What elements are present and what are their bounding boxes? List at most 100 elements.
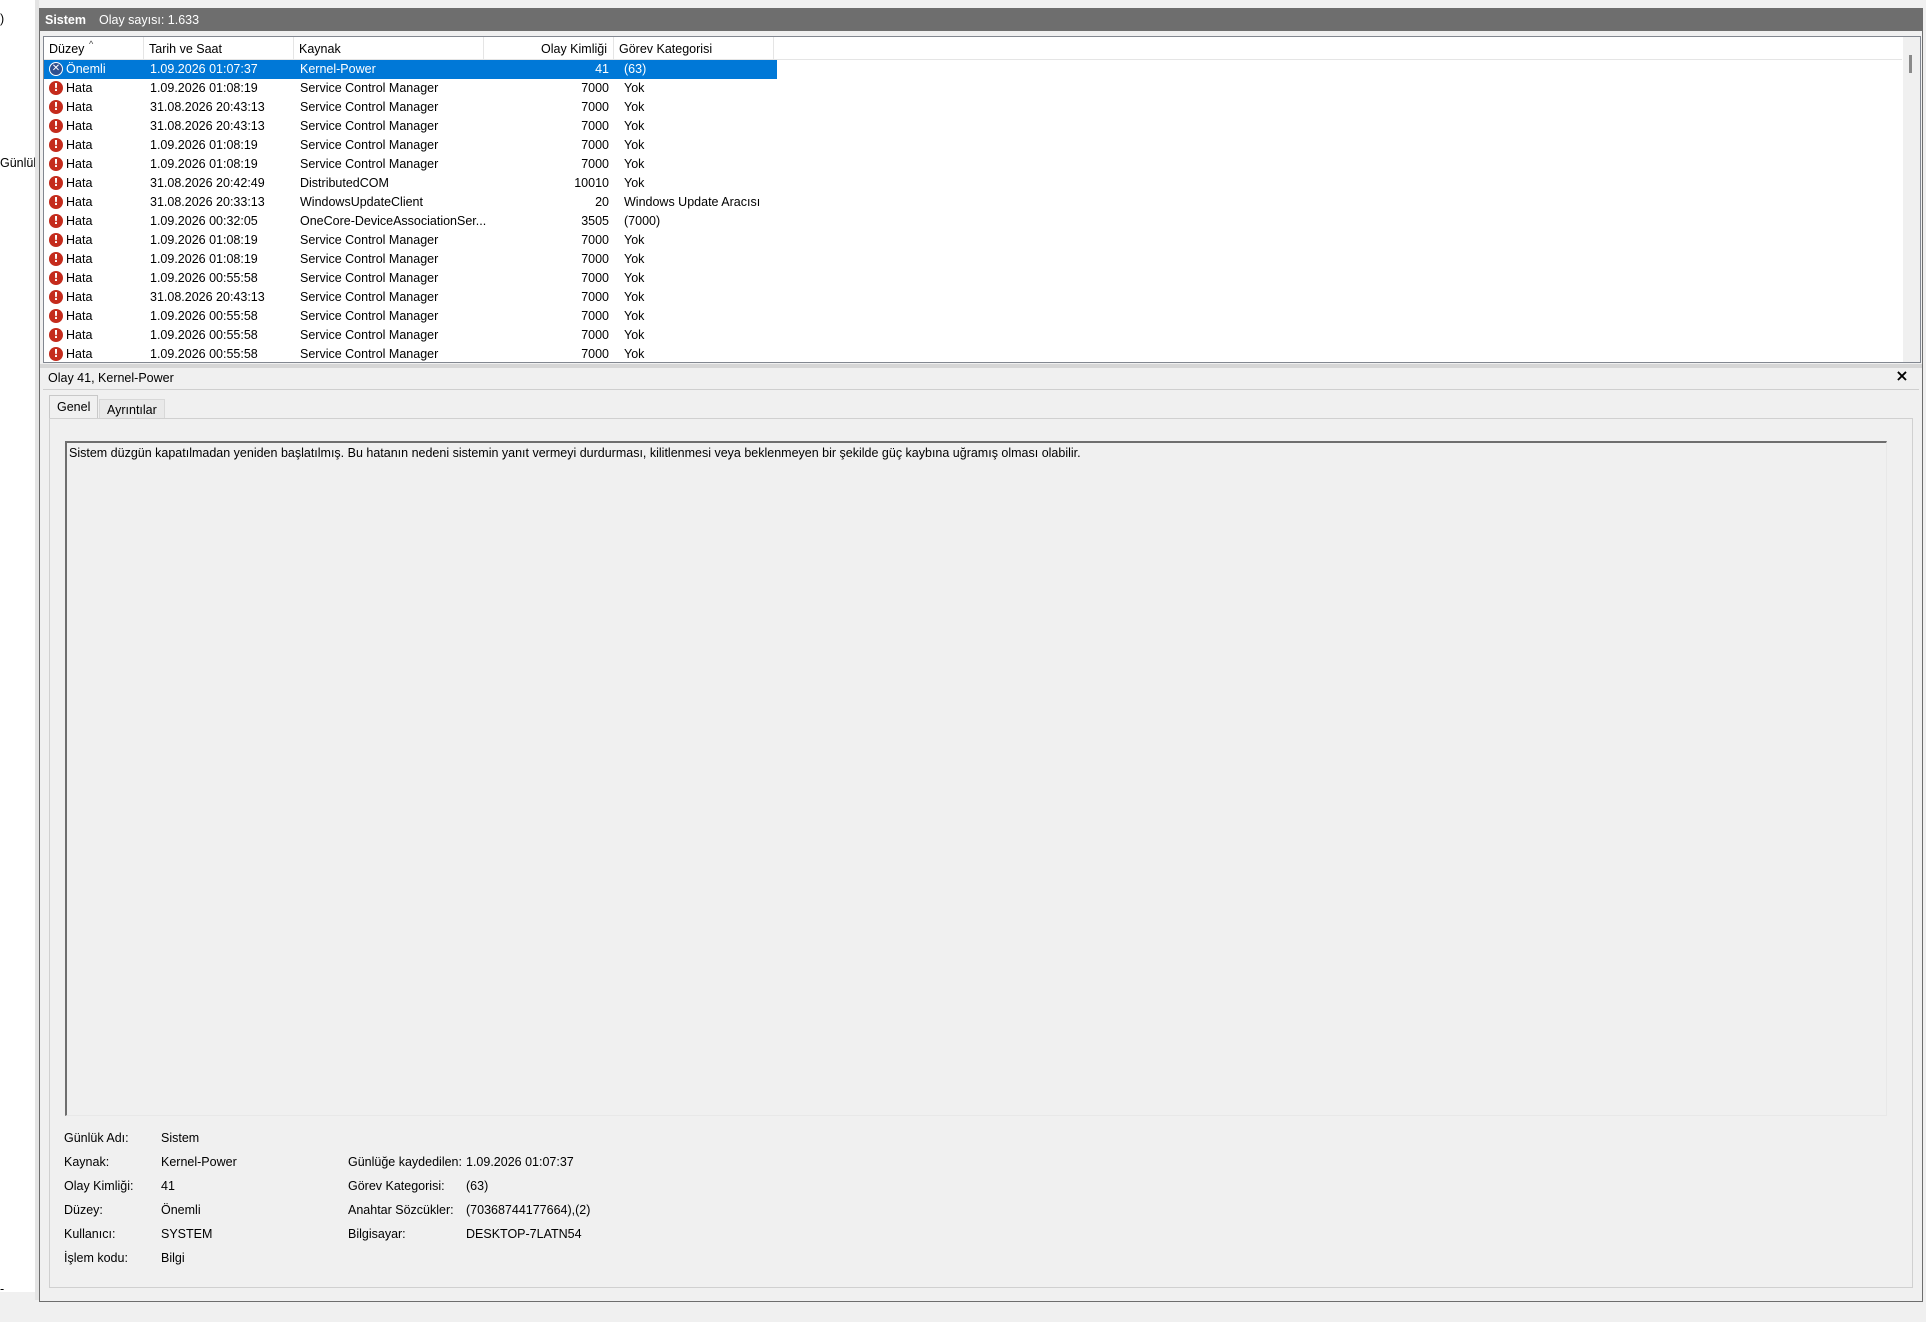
- vertical-scrollbar[interactable]: [1903, 37, 1920, 362]
- close-icon[interactable]: ×: [1893, 367, 1911, 385]
- cell-level: Önemli: [66, 62, 106, 76]
- cell-source: DistributedCOM: [300, 176, 389, 190]
- divider: [43, 389, 1919, 390]
- prop-value-task-category: (63): [466, 1179, 489, 1193]
- table-row[interactable]: ! Hata 31.08.2026 20:43:13 Service Control …: [44, 288, 1902, 307]
- cell-source: Service Control Manager: [300, 347, 439, 361]
- table-row[interactable]: ! Hata 1.09.2026 01:08:19 Service Control M…: [44, 155, 1902, 174]
- description-textbox[interactable]: Sistem düzgün kapatılmadan yeniden başla…: [65, 441, 1887, 1116]
- cell-source: Service Control Manager: [300, 290, 439, 304]
- critical-icon: ✕: [49, 62, 63, 76]
- prop-value-log-name: Sistem: [161, 1131, 200, 1145]
- cell-event-id: 10010: [574, 176, 609, 190]
- column-header-category[interactable]: Görev Kategorisi: [614, 37, 774, 59]
- table-row[interactable]: ! Hata 1.09.2026 00:32:05 OneCore-DeviceAss…: [44, 212, 1902, 231]
- event-viewer-main: Sistem Olay sayısı: 1.633 Düzey ^ Tarih …: [39, 8, 1923, 1302]
- prop-label-logged: Günlüğe kaydedilen:: [348, 1155, 462, 1169]
- cell-date: 31.08.2026 20:43:13: [150, 100, 265, 114]
- cell-source: Service Control Manager: [300, 309, 439, 323]
- cell-category: Yok: [624, 100, 645, 114]
- cell-date: 1.09.2026 00:55:58: [150, 271, 258, 285]
- cell-event-id: 7000: [581, 328, 609, 342]
- cell-event-id: 7000: [581, 138, 609, 152]
- cell-source: WindowsUpdateClient: [300, 195, 423, 209]
- error-icon: !: [49, 252, 63, 266]
- cell-category: Yok: [624, 233, 645, 247]
- error-icon: !: [49, 347, 63, 361]
- tree-item-fragment: -: [0, 1282, 5, 1296]
- cell-category: Windows Update Aracısı: [624, 195, 761, 209]
- scrollbar-thumb[interactable]: [1909, 55, 1912, 73]
- cell-category: Yok: [624, 328, 645, 342]
- table-row[interactable]: ! Hata 31.08.2026 20:42:49 DistributedCOM 10…: [44, 174, 1902, 193]
- prop-label-level: Düzey:: [64, 1203, 103, 1217]
- table-row[interactable]: ! Hata 1.09.2026 00:55:58 Service Control M…: [44, 345, 1902, 362]
- tree-item-fragment[interactable]: ): [0, 12, 4, 26]
- cell-event-id: 7000: [581, 233, 609, 247]
- column-header-event-id[interactable]: Olay Kimliği: [484, 37, 614, 59]
- tree-item-fragment[interactable]: Günlük: [0, 156, 40, 170]
- log-title: Sistem: [45, 13, 86, 27]
- column-header-level[interactable]: Düzey ^: [44, 37, 144, 59]
- cell-event-id: 7000: [581, 100, 609, 114]
- column-header-source[interactable]: Kaynak: [294, 37, 484, 59]
- cell-category: (63): [624, 62, 647, 76]
- table-row[interactable]: ! Hata 31.08.2026 20:33:13 WindowsUpdateCli…: [44, 193, 1902, 212]
- cell-event-id: 7000: [581, 119, 609, 133]
- table-row[interactable]: ! Hata 1.09.2026 01:08:19 Service Control M…: [44, 136, 1902, 155]
- prop-value-event-id: 41: [161, 1179, 175, 1193]
- general-tab-panel: Sistem düzgün kapatılmadan yeniden başla…: [49, 418, 1913, 1288]
- prop-value-source: Kernel-Power: [161, 1155, 237, 1169]
- cell-date: 1.09.2026 00:55:58: [150, 328, 258, 342]
- table-row[interactable]: ! Hata 1.09.2026 01:08:19 Service Control M…: [44, 231, 1902, 250]
- table-row[interactable]: ✕ Önemli 1.09.2026 01:07:37 Kernel-Power 41 (…: [44, 60, 1902, 79]
- cell-category: Yok: [624, 176, 645, 190]
- prop-label-event-id: Olay Kimliği:: [64, 1179, 134, 1193]
- cell-date: 1.09.2026 01:08:19: [150, 138, 258, 152]
- cell-level: Hata: [66, 195, 93, 209]
- table-row[interactable]: ! Hata 1.09.2026 00:55:58 Service Control M…: [44, 307, 1902, 326]
- table-row[interactable]: ! Hata 1.09.2026 01:08:19 Service Control M…: [44, 250, 1902, 269]
- cell-level: Hata: [66, 214, 93, 228]
- table-row[interactable]: ! Hata 31.08.2026 20:43:13 Service Control …: [44, 117, 1902, 136]
- cell-level: Hata: [66, 176, 93, 190]
- cell-date: 31.08.2026 20:42:49: [150, 176, 265, 190]
- cell-source: Service Control Manager: [300, 233, 439, 247]
- prop-value-user: SYSTEM: [161, 1227, 213, 1241]
- navigation-tree-pane[interactable]: ) Günlük -: [0, 0, 40, 1296]
- cell-event-id: 7000: [581, 309, 609, 323]
- error-icon: !: [49, 328, 63, 342]
- error-icon: !: [49, 176, 63, 190]
- cell-source: Service Control Manager: [300, 138, 439, 152]
- cell-category: Yok: [624, 347, 645, 361]
- cell-source: Service Control Manager: [300, 81, 439, 95]
- error-icon: !: [49, 271, 63, 285]
- table-row[interactable]: ! Hata 1.09.2026 01:08:19 Service Control M…: [44, 79, 1902, 98]
- cell-event-id: 3505: [581, 214, 609, 228]
- column-header-level-label: Düzey: [49, 42, 85, 56]
- prop-label-computer: Bilgisayar:: [348, 1227, 406, 1241]
- error-icon: !: [49, 195, 63, 209]
- tab-details[interactable]: Ayrıntılar: [99, 399, 165, 419]
- sort-ascending-icon: ^: [89, 39, 94, 49]
- event-list[interactable]: Düzey ^ Tarih ve Saat Kaynak Olay Kimliğ…: [43, 36, 1921, 363]
- cell-category: (7000): [624, 214, 661, 228]
- error-icon: !: [49, 119, 63, 133]
- detail-title: Olay 41, Kernel-Power: [48, 371, 174, 385]
- table-row[interactable]: ! Hata 31.08.2026 20:43:13 Service Control …: [44, 98, 1902, 117]
- cell-event-id: 7000: [581, 81, 609, 95]
- prop-label-source: Kaynak:: [64, 1155, 110, 1169]
- pane-splitter[interactable]: [40, 364, 1922, 368]
- cell-source: Service Control Manager: [300, 100, 439, 114]
- error-icon: !: [49, 309, 63, 323]
- error-icon: !: [49, 233, 63, 247]
- cell-source: Service Control Manager: [300, 271, 439, 285]
- cell-category: Yok: [624, 81, 645, 95]
- cell-date: 1.09.2026 01:08:19: [150, 252, 258, 266]
- table-row[interactable]: ! Hata 1.09.2026 00:55:58 Service Control M…: [44, 269, 1902, 288]
- tab-general[interactable]: Genel: [49, 395, 99, 419]
- column-header-date[interactable]: Tarih ve Saat: [144, 37, 294, 59]
- cell-source: Service Control Manager: [300, 328, 439, 342]
- table-row[interactable]: ! Hata 1.09.2026 00:55:58 Service Control M…: [44, 326, 1902, 345]
- prop-value-computer: DESKTOP-7LATN54: [466, 1227, 582, 1241]
